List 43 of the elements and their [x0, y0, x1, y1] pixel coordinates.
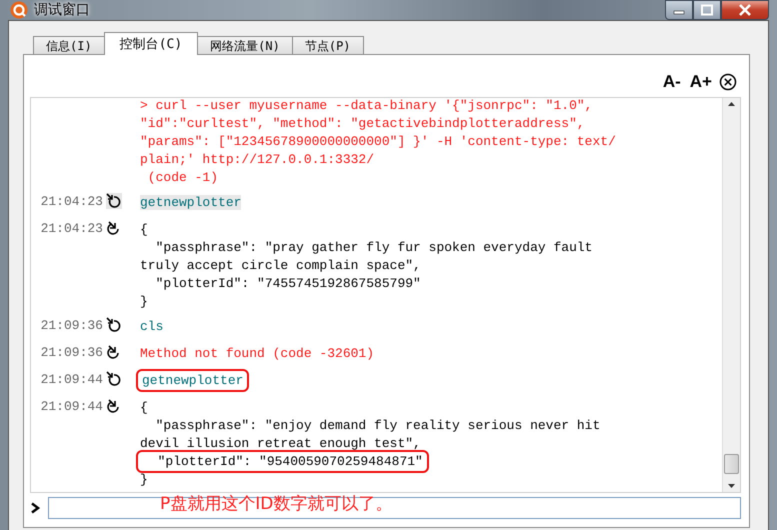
minimize-button[interactable] [665, 0, 693, 20]
scrollbar[interactable] [722, 98, 740, 492]
font-size-button[interactable]: A- [660, 72, 683, 92]
arrow-in-circle-icon [106, 317, 122, 333]
console-line: } [140, 472, 148, 487]
timestamp: 21:09:36 [40, 318, 103, 333]
tab[interactable]: 信息(I) [33, 36, 105, 55]
console-line: cls [140, 319, 164, 334]
arrow-in-circle-icon [106, 371, 122, 387]
annotation-text: P盘就用这个ID数字就可以了。 [160, 493, 392, 515]
maximize-button[interactable] [693, 0, 721, 20]
console-line: > curl --user myusername --data-binary '{"jsonrpc": "1.0", [140, 98, 592, 113]
console-line: "plotterId": "7455745192867585799" [154, 276, 421, 291]
window-title: 调试窗口 [34, 1, 90, 19]
console-line: "id":"curltest", "method": "getactivebindplotteraddress", [140, 116, 585, 131]
console-line: { [140, 400, 148, 415]
console-line: (code -1) [146, 170, 218, 185]
timestamp: 21:04:23 [40, 194, 103, 209]
console-line: } [140, 294, 148, 309]
timestamp: 21:09:44 [40, 399, 103, 414]
console-line: Method not found (code -32601) [140, 346, 374, 361]
clear-icon[interactable] [719, 73, 737, 91]
tab[interactable]: 控制台(C) [104, 32, 198, 55]
console-line: "passphrase": "pray gather fly fur spoken everyday fault [154, 240, 592, 255]
console-line: plain;' http://127.0.0.1:3332/ [140, 152, 374, 167]
app-logo-icon [10, 1, 28, 19]
scrollbar-thumb[interactable] [724, 454, 739, 474]
console-line: "params": ["12345678900000000000"] }' -H 'content-type: text/ [140, 134, 616, 149]
close-button[interactable] [721, 0, 769, 20]
arrow-in-circle-icon [106, 193, 122, 209]
tab[interactable]: 网络流量(N) [197, 36, 293, 55]
console-line: "passphrase": "enjoy demand fly reality serious never hit [154, 418, 600, 433]
console-line: { [140, 222, 148, 237]
font-size-button[interactable]: A+ [688, 72, 714, 92]
prompt-icon [30, 502, 40, 514]
timestamp: 21:09:36 [40, 345, 103, 360]
close-icon [738, 4, 752, 16]
tab[interactable]: 节点(P) [292, 36, 364, 55]
console-line: truly accept circle complain space", [140, 258, 421, 273]
timestamp: 21:09:44 [40, 372, 103, 387]
timestamp: 21:04:23 [40, 221, 103, 236]
maximize-icon [700, 4, 714, 16]
console-line: devil illusion retreat enough test", [140, 436, 421, 451]
